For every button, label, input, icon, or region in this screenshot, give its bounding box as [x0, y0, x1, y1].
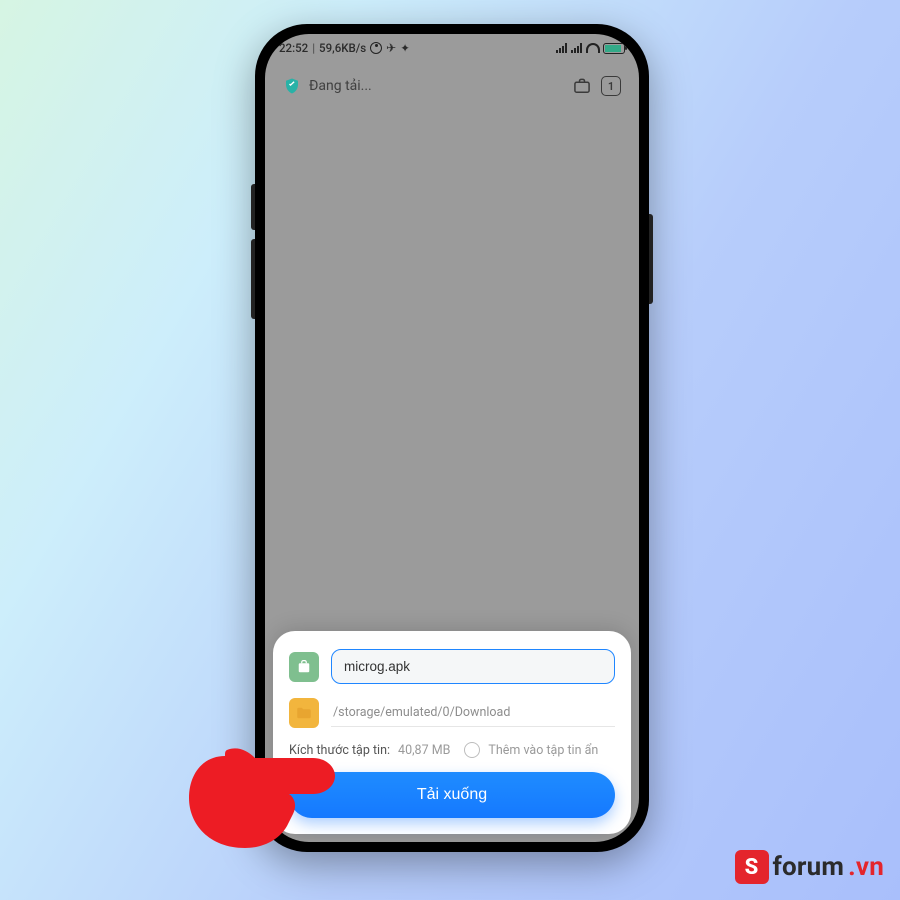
- battery-icon: [603, 43, 625, 54]
- signal-icon: [556, 43, 568, 53]
- tutorial-image: 22:52 | 59,6KB/s ✈ ✦ Đang: [0, 0, 900, 900]
- notification-icon: ✦: [400, 41, 410, 55]
- download-path[interactable]: /storage/emulated/0/Download: [331, 699, 615, 727]
- browser-address-bar[interactable]: Đang tải... 1: [273, 64, 631, 108]
- filename-input[interactable]: [331, 649, 615, 684]
- side-button: [251, 239, 255, 319]
- folder-icon[interactable]: [289, 698, 319, 728]
- download-button[interactable]: Tải xuống: [289, 772, 615, 818]
- sync-icon: [370, 42, 382, 54]
- telegram-icon: ✈: [386, 41, 396, 55]
- hidden-file-label: Thêm vào tập tin ẩn: [488, 743, 598, 758]
- watermark: S forum.vn: [735, 850, 884, 884]
- file-icon: [289, 652, 319, 682]
- wifi-icon: [586, 43, 600, 53]
- hidden-file-checkbox[interactable]: [464, 742, 480, 758]
- side-button: [649, 214, 653, 304]
- phone-screen: 22:52 | 59,6KB/s ✈ ✦ Đang: [265, 34, 639, 842]
- watermark-domain: .vn: [848, 852, 884, 882]
- status-time: 22:52: [279, 41, 308, 55]
- status-separator: |: [312, 41, 315, 55]
- briefcase-icon[interactable]: [571, 75, 593, 97]
- file-meta-row: Kích thước tập tin: 40,87 MB Thêm vào tậ…: [289, 742, 615, 758]
- status-net-speed: 59,6KB/s: [319, 41, 366, 55]
- loading-label: Đang tải...: [309, 78, 372, 94]
- filesize-value: 40,87 MB: [398, 743, 450, 758]
- status-bar: 22:52 | 59,6KB/s ✈ ✦: [265, 34, 639, 62]
- side-button: [251, 184, 255, 230]
- tab-count-button[interactable]: 1: [601, 76, 621, 96]
- filesize-label: Kích thước tập tin:: [289, 743, 390, 758]
- watermark-text: forum: [773, 852, 845, 882]
- download-dialog: /storage/emulated/0/Download Kích thước …: [273, 631, 631, 834]
- signal-icon: [571, 43, 583, 53]
- phone-frame: 22:52 | 59,6KB/s ✈ ✦ Đang: [255, 24, 649, 852]
- shield-icon: [283, 77, 301, 95]
- watermark-badge: S: [735, 850, 769, 884]
